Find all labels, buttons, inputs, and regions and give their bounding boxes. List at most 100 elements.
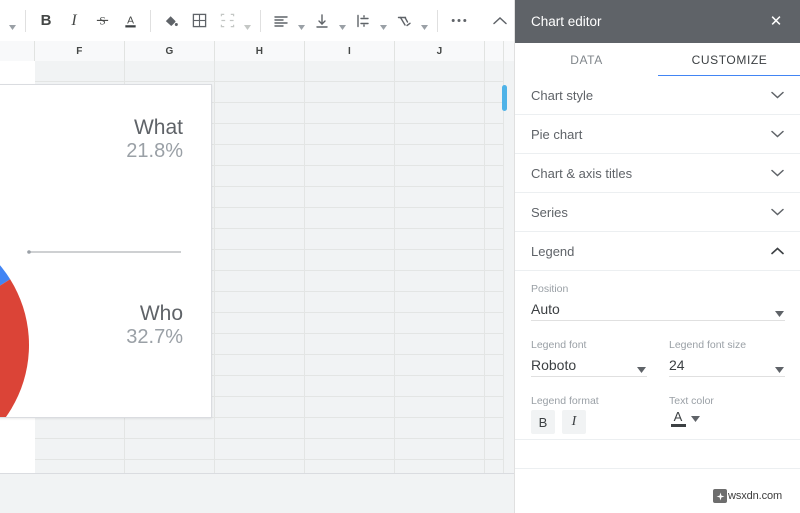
grid-cell[interactable] xyxy=(485,292,504,313)
grid-cell[interactable] xyxy=(215,418,305,439)
grid-cell[interactable] xyxy=(305,397,395,418)
horizontal-align-button[interactable] xyxy=(267,7,295,35)
text-wrapping-button[interactable] xyxy=(349,7,377,35)
grid-cell[interactable] xyxy=(485,397,504,418)
grid-cell[interactable] xyxy=(395,376,485,397)
grid-cell[interactable] xyxy=(395,187,485,208)
grid-cell[interactable] xyxy=(395,271,485,292)
grid-cell[interactable] xyxy=(215,208,305,229)
grid-cell[interactable] xyxy=(215,82,305,103)
grid-cell[interactable] xyxy=(485,313,504,334)
grid-cell[interactable] xyxy=(35,439,125,460)
grid-cell[interactable] xyxy=(395,355,485,376)
grid-cell[interactable] xyxy=(305,313,395,334)
grid-cell[interactable] xyxy=(125,439,215,460)
vertical-scrollbar-thumb[interactable] xyxy=(502,85,507,111)
grid-cell[interactable] xyxy=(485,229,504,250)
grid-cell[interactable] xyxy=(395,418,485,439)
grid-cell[interactable] xyxy=(305,103,395,124)
text-rotation-button[interactable] xyxy=(390,7,418,35)
strikethrough-button[interactable]: S xyxy=(88,7,116,35)
legend-position-select[interactable]: Auto xyxy=(531,298,785,321)
grid-cell[interactable] xyxy=(215,187,305,208)
close-icon[interactable]: ✕ xyxy=(765,11,787,33)
grid-cell[interactable] xyxy=(215,61,305,82)
grid-cell[interactable] xyxy=(485,334,504,355)
legend-italic-button[interactable]: I xyxy=(562,410,586,434)
grid-cell[interactable] xyxy=(215,250,305,271)
grid-cell[interactable] xyxy=(305,376,395,397)
grid-cell[interactable] xyxy=(215,124,305,145)
grid-cell[interactable] xyxy=(305,82,395,103)
grid-cell[interactable] xyxy=(395,397,485,418)
grid-cell[interactable] xyxy=(305,460,395,473)
section-legend[interactable]: Legend xyxy=(515,232,800,271)
grid-cell[interactable] xyxy=(395,439,485,460)
legend-text-color-button[interactable]: A xyxy=(669,410,711,427)
grid-cell[interactable] xyxy=(485,208,504,229)
grid-cell[interactable] xyxy=(395,334,485,355)
grid-cell[interactable] xyxy=(215,376,305,397)
grid-cell[interactable] xyxy=(125,61,215,82)
font-size-dropdown-caret[interactable] xyxy=(6,2,19,39)
grid-cell[interactable] xyxy=(305,187,395,208)
bold-button[interactable]: B xyxy=(32,7,60,35)
grid-cell[interactable] xyxy=(485,460,504,473)
grid-cell[interactable] xyxy=(305,229,395,250)
grid-cell[interactable] xyxy=(215,313,305,334)
grid-cell[interactable] xyxy=(305,418,395,439)
section-pie-chart[interactable]: Pie chart xyxy=(515,115,800,154)
legend-bold-button[interactable]: B xyxy=(531,410,555,434)
grid-cell[interactable] xyxy=(305,208,395,229)
grid-cell[interactable] xyxy=(305,334,395,355)
grid-cell[interactable] xyxy=(395,145,485,166)
grid-cell[interactable] xyxy=(485,250,504,271)
column-header-G[interactable]: G xyxy=(125,41,215,61)
grid-cell[interactable] xyxy=(215,439,305,460)
column-header-I[interactable]: I xyxy=(305,41,395,61)
grid-cell[interactable] xyxy=(215,355,305,376)
grid-cell[interactable] xyxy=(305,124,395,145)
grid-cell[interactable] xyxy=(395,103,485,124)
grid-cell[interactable] xyxy=(395,292,485,313)
grid-cell[interactable] xyxy=(125,418,215,439)
grid-cell[interactable] xyxy=(305,439,395,460)
grid-cell[interactable] xyxy=(485,166,504,187)
legend-font-size-select[interactable]: 24 xyxy=(669,354,785,377)
grid-cell[interactable] xyxy=(215,397,305,418)
grid-cell[interactable] xyxy=(35,61,125,82)
vertical-align-button[interactable] xyxy=(308,7,336,35)
column-header-blank[interactable] xyxy=(485,41,504,61)
grid-cell[interactable] xyxy=(485,187,504,208)
grid-cell[interactable] xyxy=(395,82,485,103)
column-header-blank[interactable] xyxy=(0,41,35,61)
legend-font-select[interactable]: Roboto xyxy=(531,354,647,377)
grid-cell[interactable] xyxy=(485,355,504,376)
column-header-J[interactable]: J xyxy=(395,41,485,61)
grid-cell[interactable] xyxy=(395,124,485,145)
more-options-button[interactable] xyxy=(444,7,474,35)
grid-cell[interactable] xyxy=(485,271,504,292)
grid-cell[interactable] xyxy=(215,334,305,355)
text-color-button[interactable]: A xyxy=(116,7,144,35)
grid-cell[interactable] xyxy=(485,61,504,82)
grid-cell[interactable] xyxy=(35,418,125,439)
grid-cell[interactable] xyxy=(215,292,305,313)
pie-chart-object[interactable]: What 21.8% Who 32.7% xyxy=(0,84,212,418)
grid-cell[interactable] xyxy=(395,460,485,473)
grid-cell[interactable] xyxy=(125,460,215,473)
grid-cell[interactable] xyxy=(395,208,485,229)
collapse-toolbar-button[interactable] xyxy=(492,0,508,41)
tab-data[interactable]: DATA xyxy=(515,43,658,76)
grid-cell[interactable] xyxy=(305,250,395,271)
grid-cell[interactable] xyxy=(305,61,395,82)
grid-cell[interactable] xyxy=(215,103,305,124)
grid-cell[interactable] xyxy=(215,166,305,187)
tab-customize[interactable]: CUSTOMIZE xyxy=(658,43,800,76)
section-chart-axis-titles[interactable]: Chart & axis titles xyxy=(515,154,800,193)
section-chart-style[interactable]: Chart style xyxy=(515,76,800,115)
grid-cell[interactable] xyxy=(485,439,504,460)
grid-cell[interactable] xyxy=(215,229,305,250)
grid-cell[interactable] xyxy=(215,460,305,473)
section-series[interactable]: Series xyxy=(515,193,800,232)
